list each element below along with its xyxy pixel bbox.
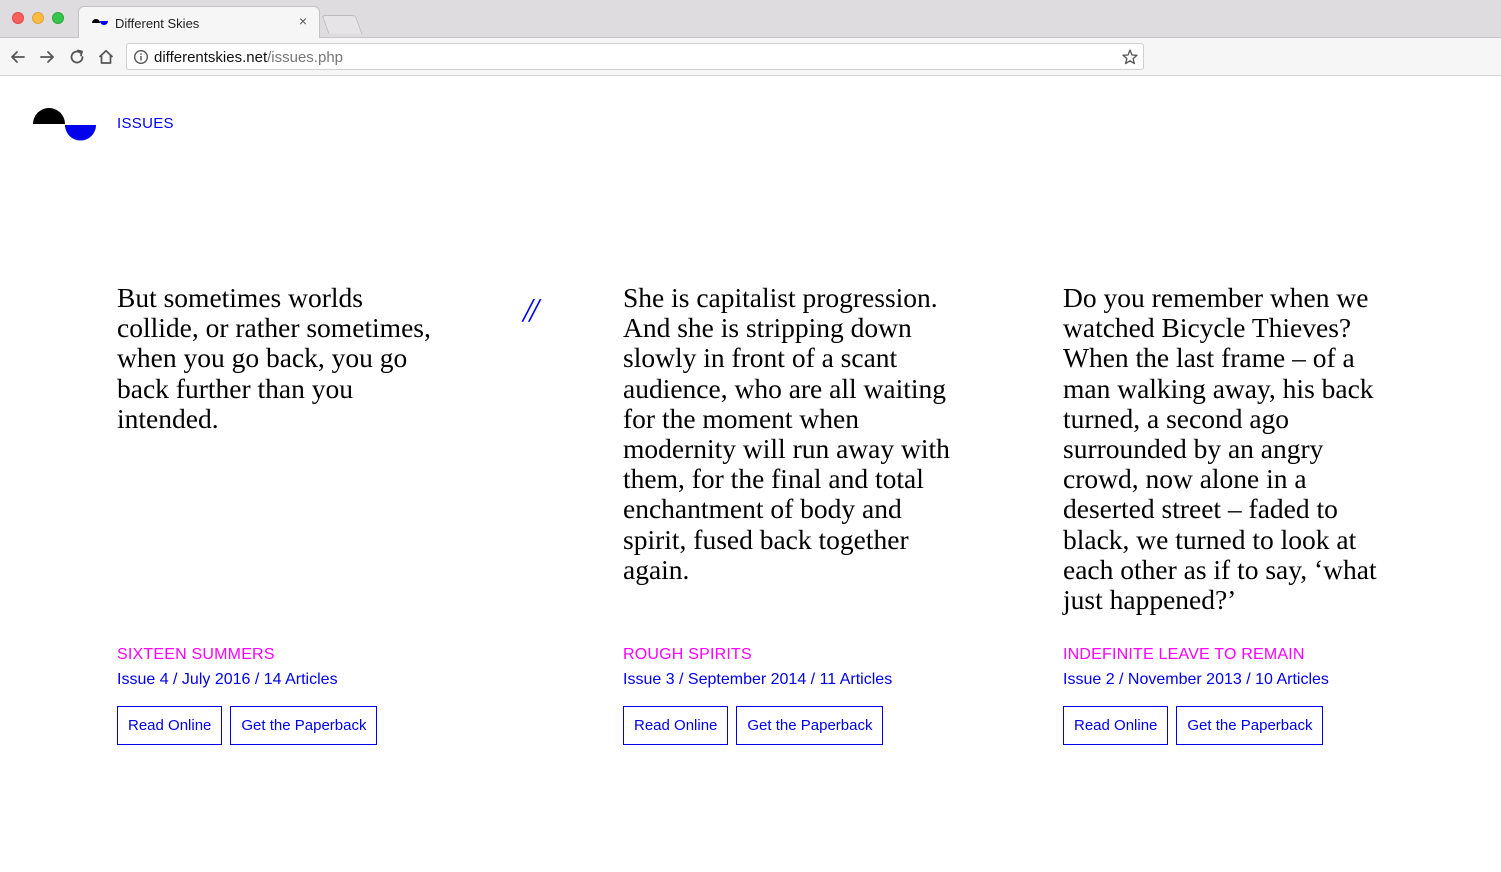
arrow-left-icon (11, 51, 25, 63)
separator-slashes: // (523, 292, 539, 329)
back-button[interactable] (8, 47, 28, 67)
reload-icon (70, 49, 84, 64)
read-online-button[interactable]: Read Online (623, 706, 729, 745)
issue-meta[interactable]: Issue 3 / September 2014 / 11 Articles (623, 671, 953, 693)
get-paperback-button[interactable]: Get the Paperback (1176, 706, 1324, 745)
issue-quote: Do you remember when we watched Bicycle … (1063, 282, 1377, 616)
issue-quote: She is capitalist progression. And she i… (623, 282, 950, 585)
maximize-window-button[interactable] (52, 12, 64, 24)
issue-title[interactable]: SIXTEEN SUMMERS (117, 646, 447, 668)
bookmark-star-icon[interactable] (1121, 48, 1139, 66)
read-online-button[interactable]: Read Online (117, 706, 223, 745)
minimize-window-button[interactable] (32, 12, 44, 24)
issue-card-3: She is capitalist progression. And she i… (623, 282, 953, 745)
read-online-button[interactable]: Read Online (1063, 706, 1169, 745)
nav-issues-link[interactable]: ISSUES (117, 115, 174, 132)
close-window-button[interactable] (12, 12, 24, 24)
get-paperback-button[interactable]: Get the Paperback (736, 706, 884, 745)
issue-buttons: Read Online Get the Paperback (1063, 706, 1393, 745)
browser-toolbar: differentskies.net/issues.php (0, 38, 1501, 76)
address-bar[interactable]: differentskies.net/issues.php (126, 43, 1144, 70)
home-button[interactable] (96, 47, 116, 67)
url-text: differentskies.net/issues.php (154, 49, 343, 66)
site-favicon-icon (92, 19, 108, 25)
issue-card-2: Do you remember when we watched Bicycle … (1063, 282, 1393, 745)
home-icon (98, 49, 114, 64)
issue-buttons: Read Online Get the Paperback (117, 706, 447, 745)
url-domain: differentskies.net (154, 49, 268, 66)
info-icon[interactable] (133, 49, 149, 65)
reload-button[interactable] (67, 47, 87, 67)
tab-close-icon[interactable]: × (296, 14, 310, 28)
get-paperback-button[interactable]: Get the Paperback (230, 706, 378, 745)
issue-buttons: Read Online Get the Paperback (623, 706, 953, 745)
new-tab-button[interactable] (321, 15, 363, 34)
forward-button[interactable] (37, 47, 57, 67)
url-path: /issues.php (267, 49, 344, 66)
issue-title[interactable]: ROUGH SPIRITS (623, 646, 953, 668)
browser-titlebar: Different Skies × (0, 0, 1501, 39)
site-logo[interactable] (33, 108, 97, 142)
issue-card-4: But sometimes worlds collide, or rather … (117, 282, 447, 745)
issue-title[interactable]: INDEFINITE LEAVE TO REMAIN (1063, 646, 1393, 668)
browser-tab[interactable]: Different Skies × (78, 6, 320, 39)
issue-quote: But sometimes worlds collide, or rather … (117, 282, 431, 434)
arrow-right-icon (40, 51, 54, 63)
tab-title: Different Skies (115, 16, 200, 31)
issue-meta[interactable]: Issue 2 / November 2013 / 10 Articles (1063, 671, 1393, 693)
issue-meta[interactable]: Issue 4 / July 2016 / 14 Articles (117, 671, 447, 693)
